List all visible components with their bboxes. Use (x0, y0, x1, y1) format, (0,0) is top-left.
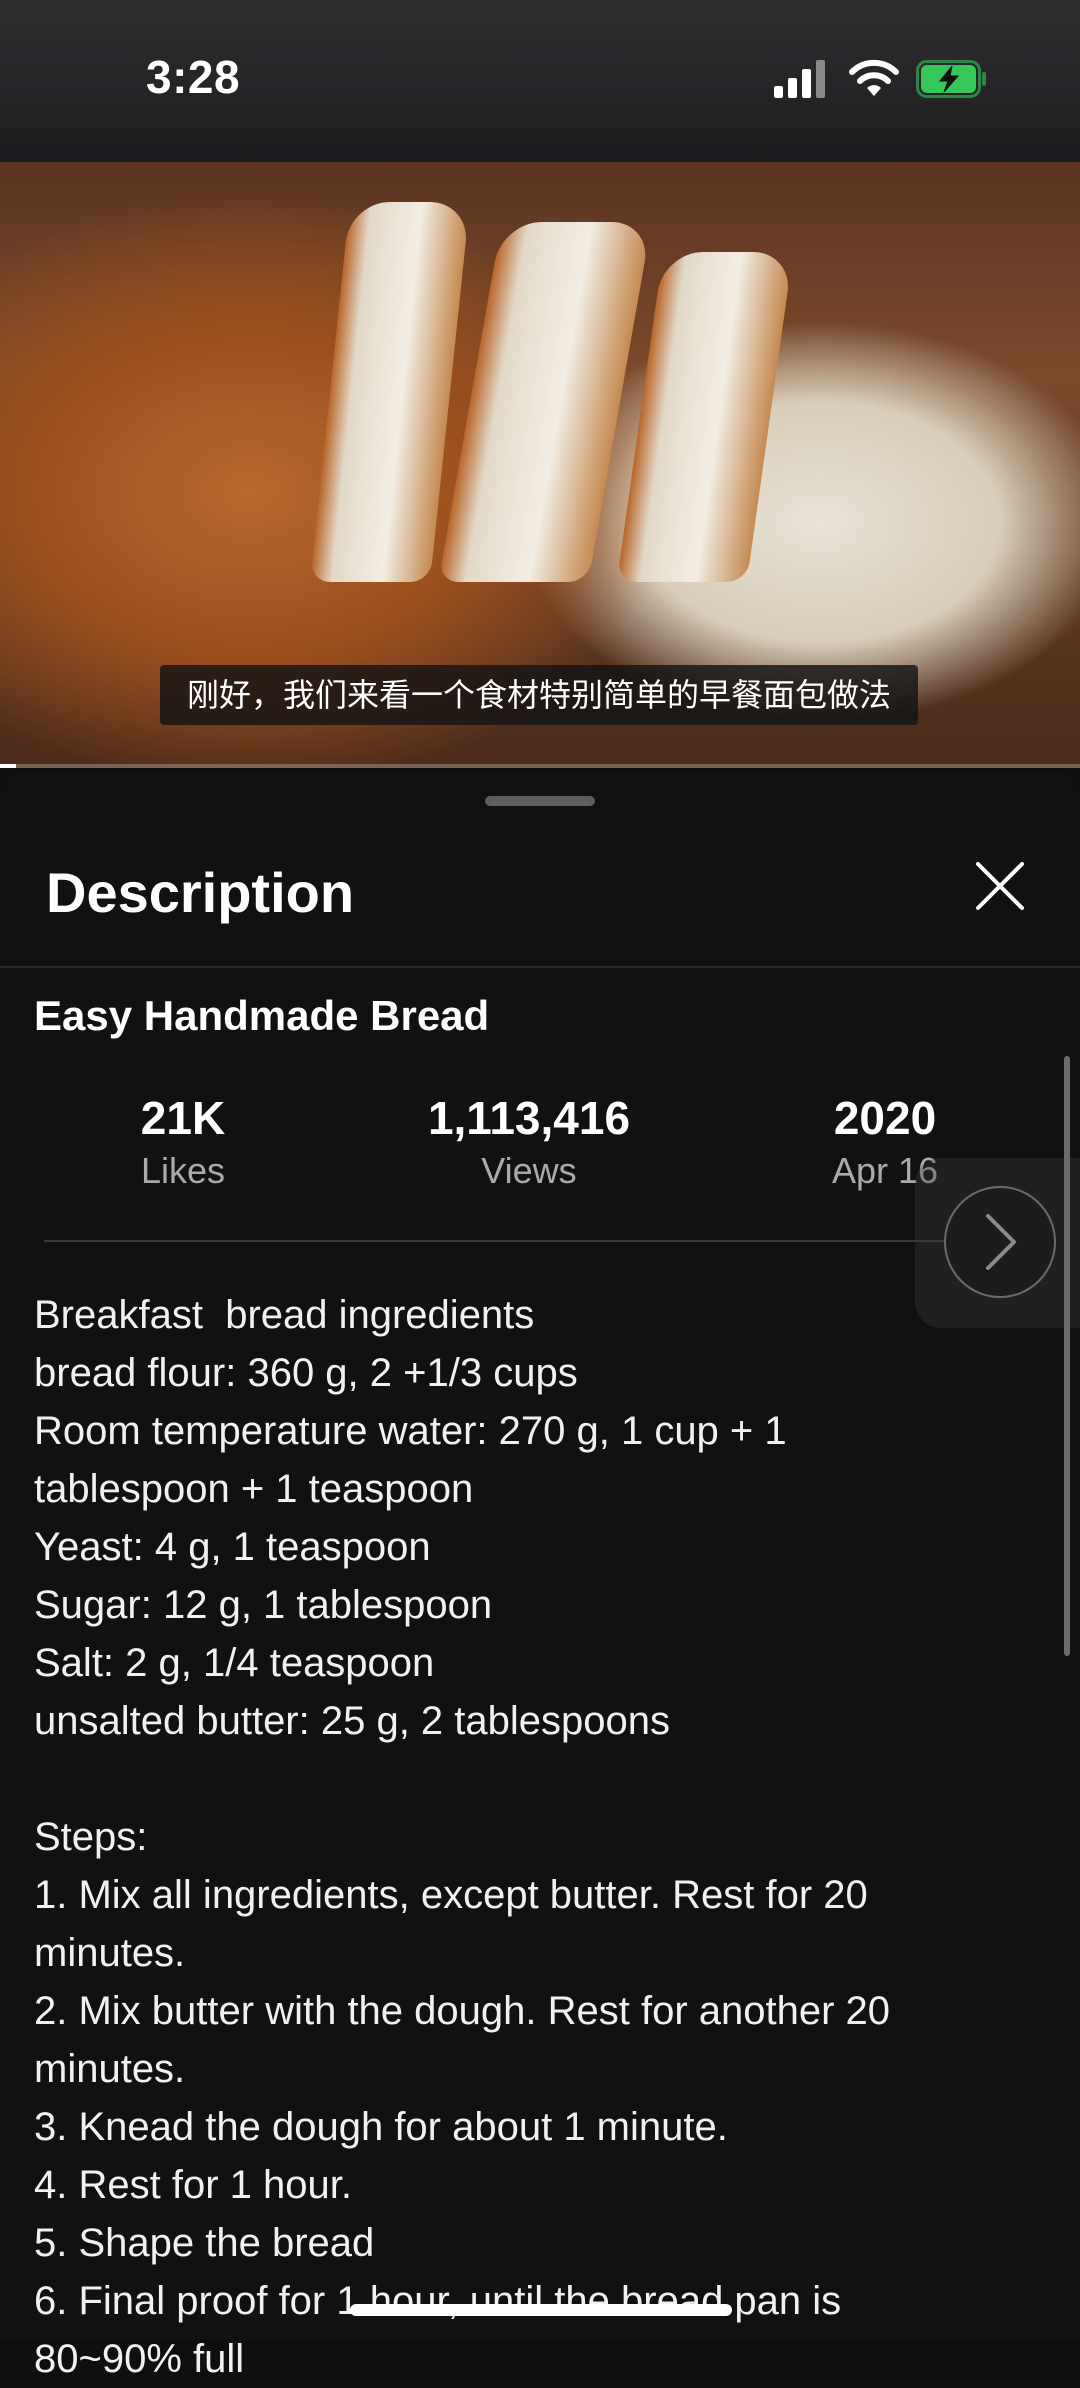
video-progress-bar[interactable] (0, 764, 1080, 768)
chevron-right-icon (986, 1214, 1016, 1270)
drag-handle[interactable] (485, 796, 595, 806)
video-frame-bread (310, 202, 470, 582)
year-value: 2020 (833, 1092, 937, 1144)
header-divider (0, 966, 1080, 968)
video-player[interactable]: 刚好，我们来看一个食材特别简单的早餐面包做法 (0, 162, 1080, 768)
video-progress-fill (0, 764, 17, 768)
video-frame-bread (438, 222, 652, 582)
close-icon[interactable] (972, 858, 1028, 914)
views-value: 1,113,416 (427, 1092, 631, 1144)
views-label: Views (481, 1150, 577, 1191)
video-subtitle: 刚好，我们来看一个食材特别简单的早餐面包做法 (160, 665, 918, 725)
status-bar: 3:28 (0, 0, 1080, 162)
description-sheet: Description Easy Handmade Bread 21K Like… (0, 772, 1080, 2381)
video-title: Easy Handmade Bread (34, 992, 490, 1039)
video-frame-bread (616, 252, 794, 582)
stats-divider (44, 1240, 1036, 1242)
scrollbar[interactable] (1064, 1056, 1070, 1656)
views-stat: 1,113,416 Views (379, 1090, 679, 1196)
battery-charging-icon (916, 60, 986, 98)
next-button[interactable] (944, 1186, 1056, 1298)
description-text: Breakfast bread ingredients bread flour:… (34, 1293, 891, 2381)
likes-stat: 21K Likes (33, 1090, 333, 1196)
sheet-title: Description (46, 861, 355, 924)
status-time: 3:28 (146, 51, 241, 103)
likes-value: 21K (140, 1092, 226, 1144)
likes-label: Likes (140, 1150, 226, 1191)
home-indicator[interactable] (350, 2304, 732, 2316)
wifi-icon (849, 59, 899, 96)
cellular-signal-icon (774, 60, 825, 98)
